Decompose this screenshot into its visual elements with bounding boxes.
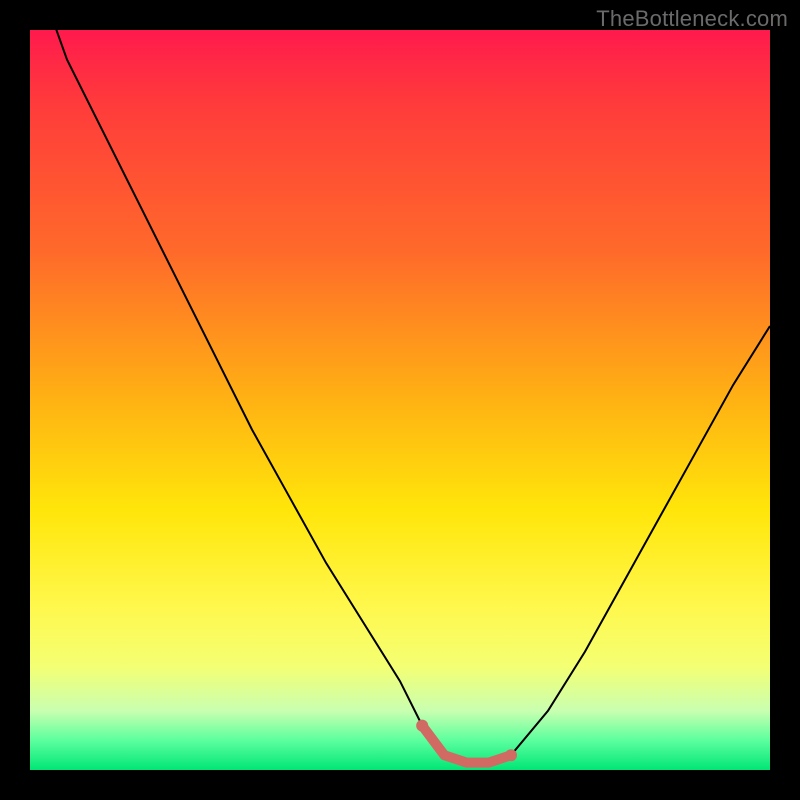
bottleneck-chart-svg — [30, 30, 770, 770]
attribution-label: TheBottleneck.com — [596, 6, 788, 32]
plot-area — [30, 30, 770, 770]
optimal-zone-marker — [422, 726, 511, 763]
optimal-zone-dot-left — [416, 720, 428, 732]
bottleneck-curve — [30, 30, 770, 763]
chart-frame: TheBottleneck.com — [0, 0, 800, 800]
optimal-zone-dot-right — [505, 749, 517, 761]
